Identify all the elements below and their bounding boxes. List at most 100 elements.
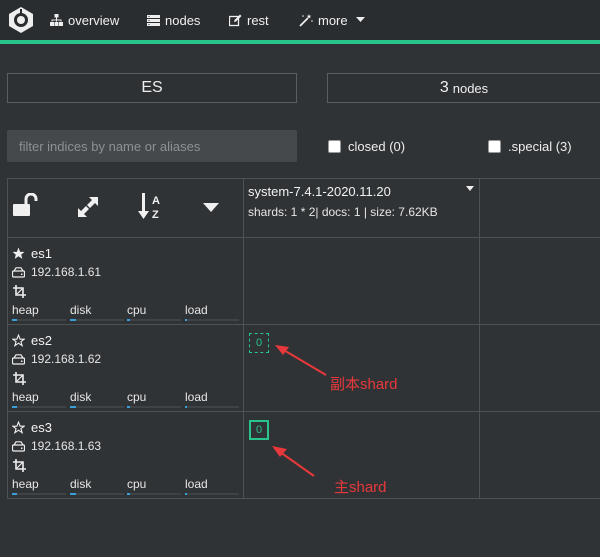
cpu-label: cpu xyxy=(127,390,147,404)
load-bar xyxy=(185,406,239,408)
nav-rest[interactable]: rest xyxy=(229,11,269,29)
primary-annotation: 主shard xyxy=(334,479,387,496)
edit-icon xyxy=(229,14,242,26)
load-label: load xyxy=(185,390,208,404)
index-meta: shards: 1 * 2| docs: 1 | size: 7.62KB xyxy=(248,205,438,219)
cpu-bar xyxy=(127,493,181,495)
nav-more[interactable]: more xyxy=(299,11,365,29)
cpu-metric: cpu xyxy=(127,390,181,408)
node-name-label: es3 xyxy=(31,420,52,435)
cpu-label: cpu xyxy=(127,303,147,317)
primary-annotation-arrow-icon xyxy=(272,446,315,477)
node-ip: 192.168.1.61 xyxy=(12,265,101,279)
heap-metric: heap xyxy=(12,477,66,495)
cpu-bar xyxy=(127,406,181,408)
closed-checkbox-label: closed (0) xyxy=(348,139,406,154)
node-ip-label: 192.168.1.62 xyxy=(31,352,102,366)
heap-label: heap xyxy=(12,477,39,491)
disk-metric: disk xyxy=(70,303,124,321)
cluster-name: ES xyxy=(141,79,163,96)
heap-metric: heap xyxy=(12,303,66,321)
crop-icon xyxy=(13,459,26,472)
cluster-name-box: ES xyxy=(7,73,297,103)
heap-label: heap xyxy=(12,390,39,404)
crop-icon xyxy=(13,372,26,385)
hdd-icon xyxy=(12,353,25,365)
node-count-box: 3 nodes xyxy=(327,73,600,103)
disk-label: disk xyxy=(70,477,92,491)
hdd-icon xyxy=(12,266,25,278)
cpu-metric: cpu xyxy=(127,303,181,321)
disk-label: disk xyxy=(70,303,92,317)
cerebro-logo-icon[interactable] xyxy=(7,6,35,34)
closed-checkbox[interactable]: closed (0) xyxy=(328,139,405,154)
disk-label: disk xyxy=(70,390,92,404)
load-label: load xyxy=(185,303,208,317)
top-nav: overview nodes rest more xyxy=(0,0,600,40)
nav-nodes-label: nodes xyxy=(165,12,201,28)
replica-annotation-arrow-icon xyxy=(275,345,327,376)
load-metric: load xyxy=(185,303,239,321)
crop-icon xyxy=(13,285,26,298)
special-checkbox-label: .special (3) xyxy=(508,139,572,154)
node-name[interactable]: es3 xyxy=(12,420,52,435)
index-menu-caret-icon[interactable] xyxy=(466,186,474,191)
star-filled-icon xyxy=(12,247,25,259)
nav-more-label: more xyxy=(318,12,348,28)
node-row-es2: es2 192.168.1.62 heap disk cpu load xyxy=(12,333,242,408)
hdd-icon xyxy=(12,440,25,452)
nav-overview[interactable]: overview xyxy=(50,11,119,29)
node-ip-label: 192.168.1.61 xyxy=(31,265,102,279)
replica-annotation: 副本shard xyxy=(330,376,398,393)
index-name[interactable]: system-7.4.1-2020.11.20 xyxy=(248,184,391,199)
disk-bar xyxy=(70,406,124,408)
nav-accent-bar xyxy=(0,40,600,44)
node-ip: 192.168.1.62 xyxy=(12,352,101,366)
caret-down-icon[interactable] xyxy=(203,203,219,213)
grid-line-row3 xyxy=(7,498,600,499)
grid-line-left xyxy=(7,178,8,499)
node-name[interactable]: es1 xyxy=(12,246,52,261)
heap-bar xyxy=(12,406,66,408)
load-metric: load xyxy=(185,390,239,408)
node-row-es3: es3 192.168.1.63 heap disk cpu load xyxy=(12,420,242,495)
sort-alpha-icon[interactable]: A Z xyxy=(138,192,166,222)
nav-nodes[interactable]: nodes xyxy=(147,11,200,29)
load-bar xyxy=(185,319,239,321)
heap-bar xyxy=(12,493,66,495)
nav-overview-label: overview xyxy=(68,12,120,28)
node-ip-label: 192.168.1.63 xyxy=(31,439,102,453)
svg-text:A: A xyxy=(152,195,160,207)
grid-line-col1 xyxy=(243,178,244,499)
node-name-label: es1 xyxy=(31,246,52,261)
expand-icon[interactable] xyxy=(75,194,101,220)
heap-metric: heap xyxy=(12,390,66,408)
node-ip: 192.168.1.63 xyxy=(12,439,101,453)
load-metric: load xyxy=(185,477,239,495)
star-outline-icon xyxy=(12,334,25,347)
disk-metric: disk xyxy=(70,477,124,495)
svg-text:Z: Z xyxy=(152,209,159,221)
nav-rest-label: rest xyxy=(247,12,269,28)
node-count-suffix: nodes xyxy=(452,80,489,96)
node-count: 3 xyxy=(439,79,449,96)
special-checkbox-box[interactable] xyxy=(488,140,501,153)
heap-label: heap xyxy=(12,303,39,317)
node-row-es1: es1 192.168.1.61 heap disk cpu load xyxy=(12,246,242,321)
replica-shard[interactable]: 0 xyxy=(249,333,269,353)
server-icon xyxy=(147,14,160,26)
primary-shard[interactable]: 0 xyxy=(249,420,269,440)
node-name-label: es2 xyxy=(31,333,52,348)
index-filter-input[interactable] xyxy=(7,130,297,162)
node-name[interactable]: es2 xyxy=(12,333,52,348)
load-label: load xyxy=(185,477,208,491)
grid-line-row1 xyxy=(7,324,600,325)
closed-checkbox-box[interactable] xyxy=(328,140,341,153)
disk-metric: disk xyxy=(70,390,124,408)
cpu-bar xyxy=(127,319,181,321)
grid-line-row2 xyxy=(7,411,600,412)
caret-down-icon xyxy=(355,17,365,22)
special-checkbox[interactable]: .special (3) xyxy=(488,139,572,154)
cpu-metric: cpu xyxy=(127,477,181,495)
unlock-icon[interactable] xyxy=(12,193,38,219)
